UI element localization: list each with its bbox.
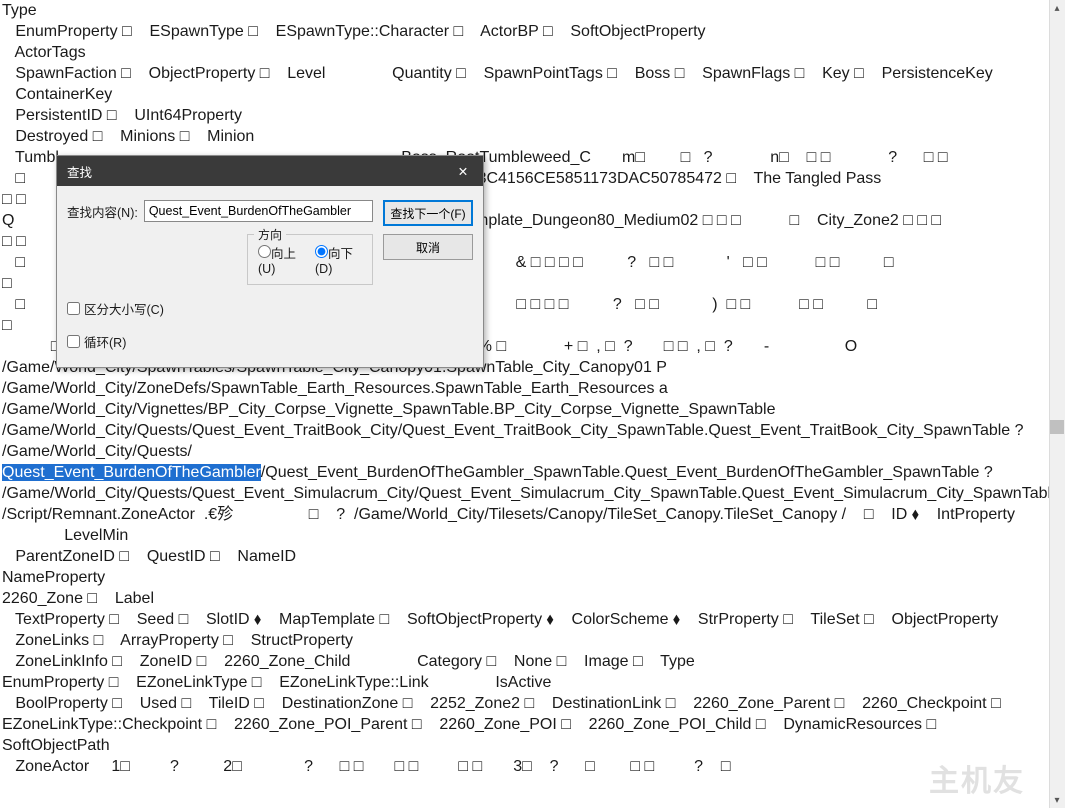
- scroll-thumb[interactable]: [1050, 420, 1064, 434]
- text-line: NameProperty: [2, 567, 1047, 588]
- scroll-down-arrow[interactable]: ▾: [1049, 792, 1065, 808]
- dialog-left-column: 查找内容(N): 方向 向上(U) 向下(D) 区分大小写(C) 循环(R): [67, 200, 373, 351]
- text-line: /Game/World_City/Quests/Quest_Event_Trai…: [2, 420, 1047, 441]
- find-dialog: 查找 ✕ 查找内容(N): 方向 向上(U) 向下(D) 区分大小写(C): [56, 155, 484, 368]
- radio-down[interactable]: [315, 245, 328, 258]
- dialog-title: 查找: [67, 162, 443, 181]
- direction-legend: 方向: [254, 226, 286, 243]
- vertical-scrollbar[interactable]: ▴ ▾: [1049, 0, 1065, 808]
- cancel-button[interactable]: 取消: [383, 234, 473, 260]
- text-line: Destroyed □ Minions □ Minion: [2, 126, 1047, 147]
- close-button[interactable]: ✕: [443, 156, 483, 186]
- wrap-checkbox[interactable]: [67, 335, 80, 348]
- text-line: ParentZoneID □ QuestID □ NameID: [2, 546, 1047, 567]
- text-line: ZoneActor 1□ ? 2□ ? □ □ □ □ □ □ 3□ ? □ □…: [2, 756, 1047, 777]
- dialog-titlebar[interactable]: 查找 ✕: [57, 156, 483, 186]
- search-match-highlight: Quest_Event_BurdenOfTheGambler: [2, 464, 261, 481]
- text-line-highlight: /Game/World_City/Quests/Quest_Event_Burd…: [2, 441, 1047, 483]
- text-line: PersistentID □ UInt64Property: [2, 105, 1047, 126]
- text-line: SoftObjectPath: [2, 735, 1047, 756]
- text-line: 2260_Zone □ Label: [2, 588, 1047, 609]
- direction-group: 方向 向上(U) 向下(D): [247, 234, 373, 285]
- radio-down-label[interactable]: 向下(D): [315, 243, 362, 276]
- find-next-button[interactable]: 查找下一个(F): [383, 200, 473, 226]
- text-line: /Game/World_City/Quests/Quest_Event_Simu…: [2, 483, 1047, 504]
- dialog-body: 查找内容(N): 方向 向上(U) 向下(D) 区分大小写(C) 循环(R) 查…: [57, 186, 483, 367]
- text-line: SpawnFaction □ ObjectProperty □ Level Qu…: [2, 63, 1047, 84]
- search-row: 查找内容(N):: [67, 200, 373, 222]
- text-line: /Game/World_City/Vignettes/BP_City_Corps…: [2, 399, 1047, 420]
- radio-up-label[interactable]: 向上(U): [258, 243, 305, 276]
- close-icon: ✕: [458, 164, 468, 179]
- direction-options: 向上(U) 向下(D): [258, 243, 362, 276]
- match-case-checkbox[interactable]: [67, 302, 80, 315]
- match-case-label: 区分大小写(C): [84, 299, 164, 318]
- text-line: LevelMin: [2, 525, 1047, 546]
- text-line: EnumProperty □ EZoneLinkType □ EZoneLink…: [2, 672, 1047, 693]
- text-line: TextProperty □ Seed □ SlotID ⬧ MapTempla…: [2, 609, 1047, 630]
- dialog-right-column: 查找下一个(F) 取消: [383, 200, 473, 351]
- wrap-row[interactable]: 循环(R): [67, 332, 373, 351]
- text-line: Type: [2, 0, 1047, 21]
- text-line: ZoneLinks □ ArrayProperty □ StructProper…: [2, 630, 1047, 651]
- text-line: ActorTags: [2, 42, 1047, 63]
- wrap-label: 循环(R): [84, 332, 126, 351]
- text-line: EnumProperty □ ESpawnType □ ESpawnType::…: [2, 21, 1047, 42]
- text-line: /Game/World_City/ZoneDefs/SpawnTable_Ear…: [2, 378, 1047, 399]
- text-line: BoolProperty □ Used □ TileID □ Destinati…: [2, 693, 1047, 714]
- text-editor-content[interactable]: Type EnumProperty □ ESpawnType □ ESpawnT…: [0, 0, 1049, 808]
- text-line: /Script/Remnant.ZoneActor .€殄 □ ? /Game/…: [2, 504, 1047, 525]
- match-case-row[interactable]: 区分大小写(C): [67, 299, 373, 318]
- scroll-up-arrow[interactable]: ▴: [1049, 0, 1065, 16]
- text-line: ZoneLinkInfo □ ZoneID □ 2260_Zone_Child …: [2, 651, 1047, 672]
- text-line: ContainerKey: [2, 84, 1047, 105]
- text-line: EZoneLinkType::Checkpoint □ 2260_Zone_PO…: [2, 714, 1047, 735]
- search-label: 查找内容(N):: [67, 202, 138, 221]
- search-input[interactable]: [144, 200, 373, 222]
- radio-up[interactable]: [258, 245, 271, 258]
